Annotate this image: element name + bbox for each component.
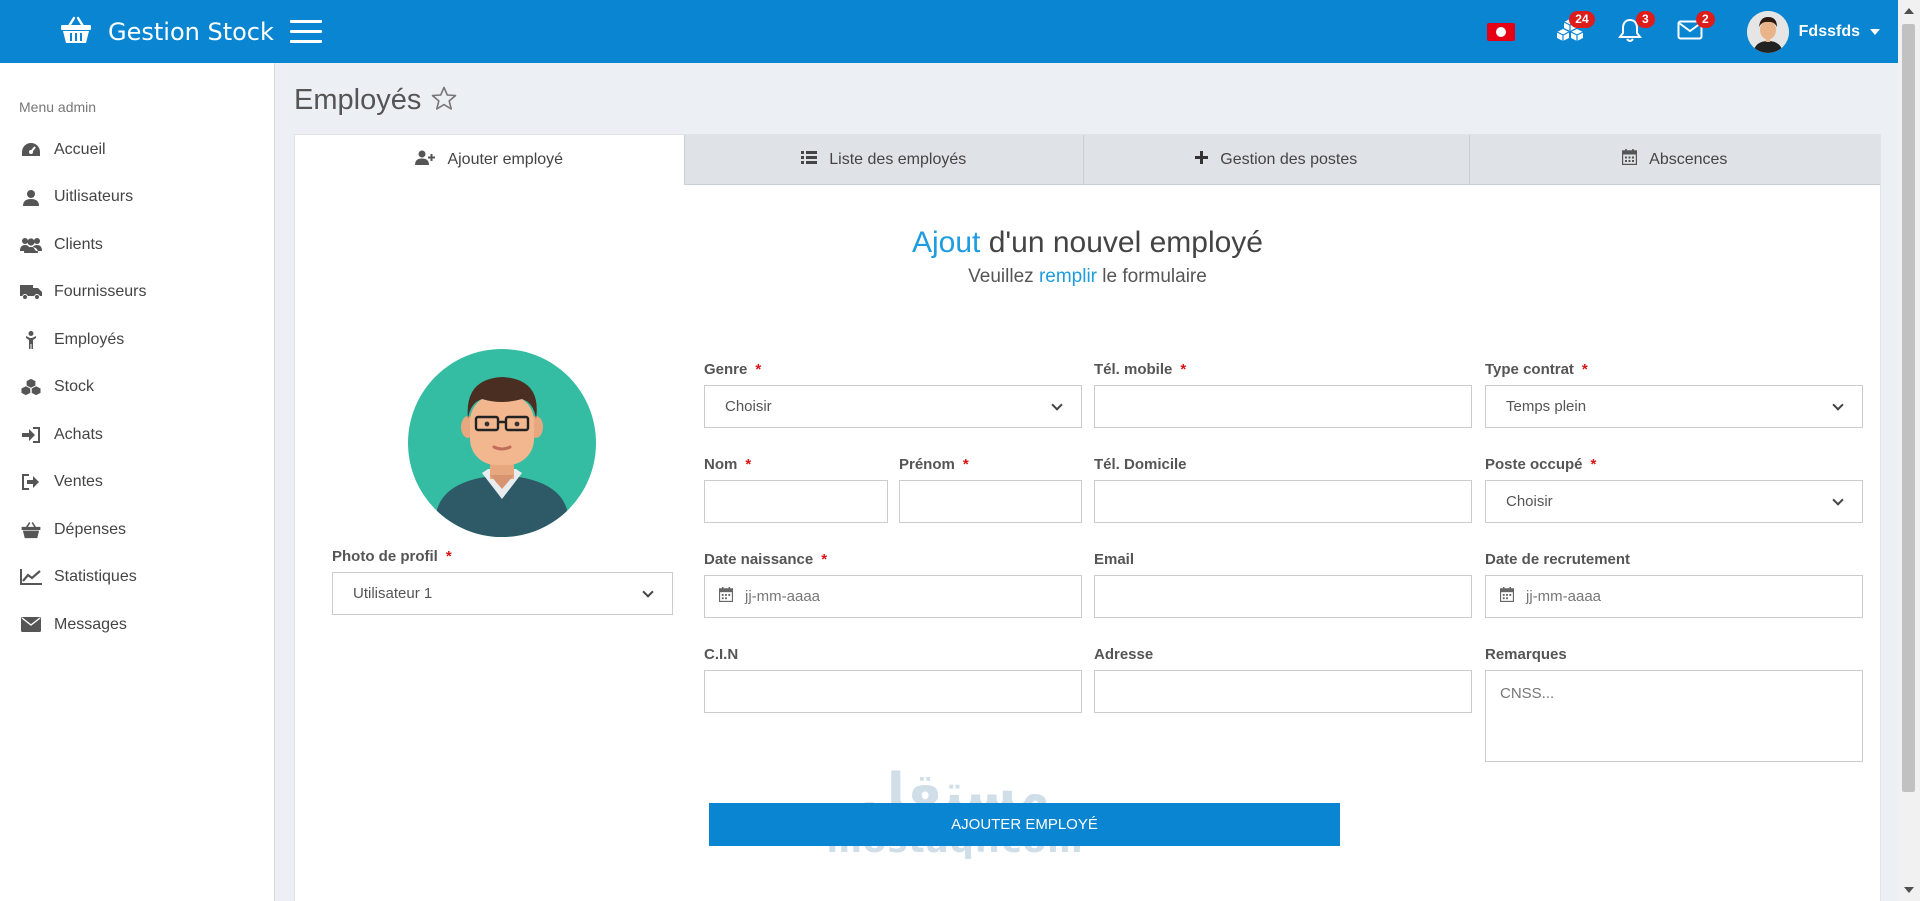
sidebar-item-achats[interactable]: Achats <box>0 411 275 459</box>
notification-badge: 2 <box>1695 10 1715 28</box>
tel-mobile-field: Tél. mobile * <box>1094 361 1472 428</box>
page-scrollbar[interactable] <box>1898 0 1920 901</box>
top-navbar: Gestion Stock 24 3 2 Fdssfds <box>0 0 1898 63</box>
poste-field: Poste occupé * Choisir <box>1485 456 1863 523</box>
nom-field: Nom * <box>704 456 888 523</box>
poste-select[interactable]: Choisir <box>1485 480 1863 523</box>
chevron-down-icon <box>1051 398 1063 411</box>
adresse-input[interactable] <box>1094 670 1472 713</box>
app-title: Gestion Stock <box>108 17 274 46</box>
sidebar-item-depenses[interactable]: Dépenses <box>0 506 275 554</box>
sidebar: Menu admin Accueil Uitlisateurs Clients … <box>0 63 275 901</box>
email-field: Email <box>1094 551 1472 618</box>
sign-out-icon <box>20 471 42 493</box>
cin-input[interactable] <box>704 670 1082 713</box>
sidebar-item-accueil[interactable]: Accueil <box>0 126 275 174</box>
sidebar-item-stock[interactable]: Stock <box>0 364 275 412</box>
profile-photo-select[interactable]: Utilisateur 1 <box>332 572 673 615</box>
envelope-icon <box>20 614 42 636</box>
star-icon[interactable] <box>431 86 457 115</box>
username: Fdssfds <box>1798 22 1860 40</box>
sidebar-item-statistiques[interactable]: Statistiques <box>0 554 275 602</box>
scroll-down-icon[interactable] <box>1904 887 1914 893</box>
page-title: Employés <box>294 84 422 116</box>
sidebar-item-utilisateurs[interactable]: Uitlisateurs <box>0 174 275 222</box>
chevron-down-icon <box>1832 493 1844 506</box>
genre-select[interactable]: Choisir <box>704 385 1082 428</box>
sidebar-item-ventes[interactable]: Ventes <box>0 459 275 507</box>
chevron-down-icon <box>642 585 654 598</box>
sidebar-menu: Accueil Uitlisateurs Clients Fournisseur… <box>0 126 275 649</box>
prenom-field: Prénom * <box>899 456 1082 523</box>
genre-field: Genre * Choisir <box>704 361 1082 428</box>
user-plus-icon <box>415 150 436 170</box>
type-contrat-select[interactable]: Temps plein <box>1485 385 1863 428</box>
notification-badge: 3 <box>1635 10 1655 28</box>
cubes-icon <box>20 376 42 398</box>
tel-domicile-input[interactable] <box>1094 480 1472 523</box>
menu-toggle-icon[interactable] <box>290 20 322 44</box>
email-input[interactable] <box>1094 575 1472 618</box>
adresse-field: Adresse <box>1094 646 1472 713</box>
calendar-icon <box>718 587 734 606</box>
sidebar-item-fournisseurs[interactable]: Fournisseurs <box>0 269 275 317</box>
basket-icon <box>60 16 92 48</box>
sidebar-header: Menu admin <box>19 99 97 115</box>
sidebar-item-employes[interactable]: Employés <box>0 316 275 364</box>
user-icon <box>20 186 42 208</box>
chevron-down-icon <box>1832 398 1844 411</box>
person-icon <box>20 329 42 351</box>
prenom-input[interactable] <box>899 480 1082 523</box>
calendar-icon <box>1499 587 1515 606</box>
form-heading: Ajout d'un nouvel employé <box>912 226 1263 259</box>
nom-input[interactable] <box>704 480 888 523</box>
plus-icon <box>1195 150 1209 169</box>
employee-card: Ajouter employé Liste des employés Gesti… <box>294 134 1881 901</box>
caret-down-icon <box>1870 28 1880 35</box>
date-recrutement-input[interactable]: jj-mm-aaaa <box>1485 575 1863 618</box>
date-recrutement-field: Date de recrutement jj-mm-aaaa <box>1485 551 1863 618</box>
cin-field: C.I.N <box>704 646 1082 713</box>
tab-gestion-postes[interactable]: Gestion des postes <box>1084 135 1470 185</box>
stock-notifications-button[interactable]: 24 <box>1553 10 1595 49</box>
scroll-thumb[interactable] <box>1902 24 1915 792</box>
scroll-up-icon[interactable] <box>1904 8 1914 14</box>
tabs: Ajouter employé Liste des employés Gesti… <box>295 135 1881 185</box>
remarques-field: Remarques <box>1485 646 1863 762</box>
calendar-icon <box>1621 149 1638 170</box>
sidebar-item-messages[interactable]: Messages <box>0 601 275 649</box>
tel-domicile-field: Tél. Domicile <box>1094 456 1472 523</box>
sign-in-icon <box>20 424 42 446</box>
user-menu[interactable]: Fdssfds <box>1746 10 1880 53</box>
avatar <box>1746 10 1789 53</box>
line-chart-icon <box>20 566 42 588</box>
truck-icon <box>20 281 42 303</box>
date-naissance-field: Date naissance * jj-mm-aaaa <box>704 551 1082 618</box>
tunisia-flag-icon[interactable] <box>1486 22 1515 41</box>
messages-button[interactable]: 2 <box>1673 10 1715 49</box>
page-header: Employés <box>294 84 457 117</box>
basket-icon <box>20 519 42 541</box>
type-contrat-field: Type contrat * Temps plein <box>1485 361 1863 428</box>
alerts-button[interactable]: 3 <box>1613 10 1655 49</box>
users-icon <box>20 234 42 256</box>
submit-button[interactable]: AJOUTER EMPLOYÉ <box>709 803 1340 846</box>
profile-photo-field: Photo de profil * Utilisateur 1 <box>332 548 673 615</box>
tel-mobile-input[interactable] <box>1094 385 1472 428</box>
list-icon <box>801 150 818 169</box>
tab-ajouter-employe[interactable]: Ajouter employé <box>295 135 685 185</box>
tab-abscences[interactable]: Abscences <box>1469 135 1881 185</box>
date-naissance-input[interactable]: jj-mm-aaaa <box>704 575 1082 618</box>
brand[interactable]: Gestion Stock <box>60 0 274 63</box>
profile-avatar[interactable] <box>408 349 596 537</box>
dashboard-icon <box>20 139 42 161</box>
notification-badge: 24 <box>1569 10 1595 28</box>
tab-liste-employes[interactable]: Liste des employés <box>684 135 1085 185</box>
sidebar-item-clients[interactable]: Clients <box>0 221 275 269</box>
form-subheading: Veuillez remplir le formulaire <box>968 266 1207 287</box>
remarques-textarea[interactable] <box>1485 670 1863 762</box>
